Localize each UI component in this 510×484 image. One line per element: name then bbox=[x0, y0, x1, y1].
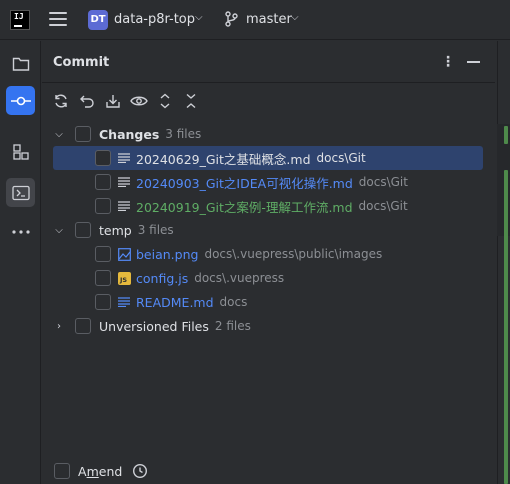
tool-window-strip bbox=[0, 41, 41, 484]
group-label: Unversioned Files bbox=[99, 318, 209, 334]
file-name: 20240919_Git之案例-理解工作流.md bbox=[136, 199, 353, 215]
main-toolbar: IJ DT data-p8r-top ⌵ master ⌵ bbox=[0, 0, 510, 40]
project-name[interactable]: data-p8r-top bbox=[114, 12, 195, 27]
group-changes[interactable]: ⌵ Changes 3 files bbox=[53, 122, 201, 146]
branch-icon[interactable] bbox=[224, 11, 238, 30]
chevron-right-icon[interactable]: › bbox=[53, 321, 65, 332]
project-badge[interactable]: DT bbox=[88, 10, 108, 30]
options-icon[interactable]: ⋮ bbox=[441, 54, 455, 70]
group-unversioned[interactable]: › Unversioned Files 2 files bbox=[53, 314, 251, 338]
terminal-icon[interactable] bbox=[6, 178, 35, 207]
file-checkbox[interactable] bbox=[95, 174, 111, 190]
update-icon[interactable] bbox=[104, 92, 122, 110]
file-path: docs\.vuepress bbox=[194, 271, 285, 285]
file-name: README.md bbox=[136, 294, 214, 310]
more-icon[interactable] bbox=[6, 217, 35, 246]
history-clock-icon[interactable] bbox=[132, 463, 148, 482]
markdown-file-icon bbox=[117, 151, 131, 165]
change-marker bbox=[504, 170, 508, 484]
file-row[interactable]: 20240629_Git之基础概念.md docs\Git bbox=[53, 146, 483, 170]
chevron-down-icon[interactable]: ⌵ bbox=[195, 12, 203, 23]
file-row[interactable]: README.md docs bbox=[95, 290, 247, 314]
group-checkbox[interactable] bbox=[75, 318, 91, 334]
change-marker bbox=[504, 126, 508, 144]
divider bbox=[497, 41, 498, 484]
amend-checkbox[interactable] bbox=[54, 463, 70, 479]
file-row[interactable]: JS config.js docs\.vuepress bbox=[95, 266, 284, 290]
panel-title: Commit bbox=[53, 55, 110, 70]
file-path: docs\.vuepress\public\images bbox=[204, 247, 383, 261]
markdown-file-icon bbox=[117, 295, 131, 309]
svg-text:JS: JS bbox=[119, 276, 127, 284]
file-name: 20240903_Git之IDEA可视化操作.md bbox=[136, 175, 353, 191]
refresh-icon[interactable] bbox=[52, 92, 70, 110]
file-row[interactable]: 20240903_Git之IDEA可视化操作.md docs\Git bbox=[95, 170, 408, 194]
commit-toolbar bbox=[52, 91, 200, 111]
minimize-icon[interactable] bbox=[467, 61, 480, 63]
file-name: beian.png bbox=[136, 246, 199, 262]
file-checkbox[interactable] bbox=[95, 246, 111, 262]
file-checkbox[interactable] bbox=[95, 150, 111, 166]
file-checkbox[interactable] bbox=[95, 294, 111, 310]
file-row[interactable]: beian.png docs\.vuepress\public\images bbox=[95, 242, 382, 266]
chevron-down-icon[interactable]: ⌵ bbox=[53, 225, 65, 236]
chevron-down-icon[interactable]: ⌵ bbox=[291, 12, 299, 23]
commit-icon[interactable] bbox=[6, 86, 35, 115]
chevron-down-icon[interactable]: ⌵ bbox=[53, 129, 65, 140]
branch-name[interactable]: master bbox=[246, 12, 292, 27]
file-name: config.js bbox=[136, 270, 189, 286]
rollback-icon[interactable] bbox=[78, 92, 96, 110]
main-menu-icon[interactable] bbox=[49, 12, 67, 28]
collapse-all-icon[interactable] bbox=[182, 92, 200, 110]
group-label: temp bbox=[99, 222, 132, 238]
group-count: 2 files bbox=[214, 319, 251, 333]
group-checkbox[interactable] bbox=[75, 222, 91, 238]
structure-icon[interactable] bbox=[6, 137, 35, 166]
markdown-file-icon bbox=[117, 199, 131, 213]
group-temp[interactable]: ⌵ temp 3 files bbox=[53, 218, 174, 242]
group-count: 3 files bbox=[137, 223, 174, 237]
image-file-icon bbox=[117, 247, 131, 261]
file-path: docs bbox=[219, 295, 248, 309]
file-row[interactable]: 20240919_Git之案例-理解工作流.md docs\Git bbox=[95, 194, 408, 218]
group-label: Changes bbox=[99, 126, 160, 142]
markdown-file-icon bbox=[117, 175, 131, 189]
file-name: 20240629_Git之基础概念.md bbox=[136, 151, 311, 167]
js-file-icon: JS bbox=[117, 271, 131, 285]
file-checkbox[interactable] bbox=[95, 270, 111, 286]
app-logo[interactable]: IJ bbox=[10, 10, 30, 30]
group-checkbox[interactable] bbox=[75, 126, 91, 142]
project-folder-icon[interactable] bbox=[6, 49, 35, 78]
file-path: docs\Git bbox=[358, 175, 408, 189]
commit-panel: Commit ⋮ ⌵ Changes 3 files 20240629_Git之… bbox=[42, 41, 510, 484]
group-count: 3 files bbox=[165, 127, 202, 141]
file-path: docs\Git bbox=[316, 151, 366, 165]
file-checkbox[interactable] bbox=[95, 198, 111, 214]
file-path: docs\Git bbox=[358, 199, 408, 213]
divider bbox=[42, 82, 495, 83]
expand-all-icon[interactable] bbox=[156, 92, 174, 110]
amend-label[interactable]: Amend bbox=[78, 464, 122, 479]
show-diff-icon[interactable] bbox=[130, 92, 148, 110]
